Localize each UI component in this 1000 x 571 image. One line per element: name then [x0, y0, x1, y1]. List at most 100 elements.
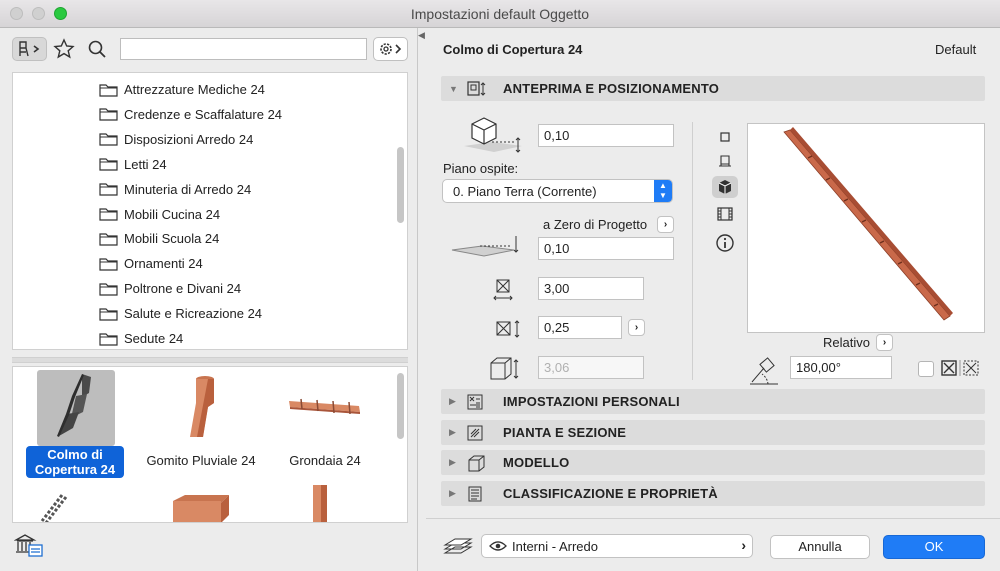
- object-thumbnails: Colmo di Copertura 24 Gomito Pluviale 24…: [12, 366, 408, 523]
- thumbnail-partial-3[interactable]: [305, 485, 335, 522]
- folder-icon: [99, 208, 118, 221]
- folder-row[interactable]: Disposizioni Arredo 24: [13, 127, 393, 152]
- library-manager-button[interactable]: [13, 532, 44, 558]
- ok-button[interactable]: OK: [883, 535, 985, 559]
- library-settings-button[interactable]: [373, 37, 408, 61]
- view-elevation-icon[interactable]: [712, 151, 738, 173]
- folder-icon: [99, 233, 118, 246]
- folder-tree: Attrezzature Mediche 24 Credenze e Scaffa…: [12, 72, 408, 350]
- library-view-button[interactable]: [12, 37, 47, 61]
- folder-label: Mobili Cucina 24: [124, 206, 221, 222]
- default-label: Default: [935, 42, 977, 57]
- folder-label: Letti 24: [124, 156, 167, 172]
- folder-label: Salute e Ricreazione 24: [124, 306, 263, 322]
- disclosure-closed-icon: ▶: [449, 457, 456, 467]
- relative-label: Relativo: [823, 335, 870, 350]
- panel-splitter[interactable]: [12, 357, 408, 363]
- layer-value: Interni - Arredo: [512, 539, 598, 554]
- collapse-panel-handle[interactable]: ◀: [418, 30, 426, 44]
- folder-row[interactable]: Ornamenti 24: [13, 251, 393, 276]
- depth-icon: [495, 318, 523, 340]
- section-preview-header[interactable]: ▼ ANTEPRIMA E POSIZIONAMENTO: [441, 76, 985, 101]
- folder-row[interactable]: Sedute 24: [13, 326, 393, 349]
- custom-settings-icon: [467, 394, 483, 409]
- thumbnail-label-colmo: Colmo di Copertura 24: [26, 446, 124, 478]
- folder-label: Disposizioni Arredo 24: [124, 131, 254, 147]
- relative-options-button[interactable]: ›: [876, 334, 893, 351]
- section-classification-header[interactable]: ▶ CLASSIFICAZIONE E PROPRIETÀ: [441, 481, 985, 506]
- mirror-checkbox[interactable]: [918, 361, 934, 377]
- section-model-title: MODELLO: [503, 455, 570, 470]
- disclosure-open-icon: ▼: [449, 83, 458, 94]
- thumbnail-label-gomito: Gomito Pluviale 24: [146, 453, 256, 468]
- thumbnail-partial-2[interactable]: [169, 493, 235, 522]
- view-plan-icon[interactable]: [712, 126, 738, 148]
- library-building-icon: [13, 534, 43, 557]
- view-3d-icon[interactable]: [712, 176, 738, 198]
- folder-row[interactable]: Credenze e Scaffalature 24: [13, 102, 393, 127]
- layer-select[interactable]: Interni - Arredo ›: [481, 534, 753, 558]
- width-field[interactable]: 3,00: [538, 277, 644, 300]
- favorites-star-icon[interactable]: [53, 38, 75, 60]
- mirror-toggle-icons[interactable]: [940, 358, 980, 378]
- object-thumbnail-icon: [40, 494, 68, 522]
- folder-icon: [99, 158, 118, 171]
- size-options-button[interactable]: ›: [628, 319, 645, 336]
- folder-row[interactable]: Mobili Cucina 24: [13, 202, 393, 227]
- eye-icon: [489, 541, 507, 551]
- folder-icon: [99, 83, 118, 97]
- floor-plan-icon: [467, 425, 483, 440]
- gear-icon: [379, 43, 401, 55]
- folder-row[interactable]: Letti 24: [13, 152, 393, 177]
- folder-label: Poltrone e Divani 24: [124, 281, 242, 297]
- zero-reference-button[interactable]: ›: [657, 216, 674, 233]
- disclosure-closed-icon: ▶: [449, 488, 456, 498]
- folder-label: Minuteria di Arredo 24: [124, 181, 252, 197]
- search-input[interactable]: [120, 38, 367, 60]
- folder-row[interactable]: Salute e Ricreazione 24: [13, 301, 393, 326]
- section-model-header[interactable]: ▶ MODELLO: [441, 450, 985, 475]
- thumbnail-gomito[interactable]: [179, 373, 225, 449]
- height-field[interactable]: 3,06: [538, 356, 644, 379]
- depth-field[interactable]: 0,25: [538, 316, 622, 339]
- info-icon[interactable]: [712, 232, 738, 254]
- object-library-icon: [18, 41, 39, 57]
- thumbnail-grondaia[interactable]: [287, 393, 363, 423]
- thumbnail-colmo-selected[interactable]: [37, 370, 115, 446]
- section-plan-header[interactable]: ▶ PIANTA E SEZIONE: [441, 420, 985, 445]
- section-preview-title: ANTEPRIMA E POSIZIONAMENTO: [503, 81, 720, 96]
- roof-ridge-thumbnail-icon: [57, 374, 91, 437]
- select-stepper-icon: ▲ ▼: [654, 180, 672, 202]
- rotation-field[interactable]: 180,00°: [790, 356, 892, 379]
- folder-icon: [99, 332, 118, 346]
- search-icon[interactable]: [86, 38, 108, 60]
- folder-icon: [99, 307, 118, 321]
- folder-tree-scrollbar[interactable]: [397, 147, 404, 223]
- folder-row[interactable]: Attrezzature Mediche 24: [13, 77, 393, 102]
- rotation-angle-icon: [748, 356, 782, 386]
- 3d-preview[interactable]: [747, 123, 985, 333]
- zero-reference-label: a Zero di Progetto: [543, 217, 648, 232]
- object-thumbnail-icon: [173, 495, 229, 522]
- elevation-field[interactable]: 0,10: [538, 124, 674, 147]
- folder-row[interactable]: Poltrone e Divani 24: [13, 276, 393, 301]
- zero-elevation-field[interactable]: 0,10: [538, 237, 674, 260]
- section-plan-title: PIANTA E SEZIONE: [503, 425, 627, 440]
- folder-icon: [99, 183, 118, 196]
- host-story-select[interactable]: 0. Piano Terra (Corrente) ▲ ▼: [442, 179, 673, 203]
- host-story-value: 0. Piano Terra (Corrente): [453, 184, 597, 199]
- folder-row[interactable]: Mobili Scuola 24: [13, 226, 393, 251]
- folder-row[interactable]: Minuteria di Arredo 24: [13, 177, 393, 202]
- cancel-button[interactable]: Annulla: [770, 535, 870, 559]
- disclosure-closed-icon: ▶: [449, 427, 456, 437]
- model-cube-icon: [468, 455, 485, 471]
- thumbnail-label-grondaia: Grondaia 24: [289, 453, 361, 468]
- thumbnails-scrollbar[interactable]: [397, 373, 404, 439]
- view-section-icon[interactable]: [712, 203, 738, 225]
- column-separator: [692, 122, 693, 380]
- preview-position-icon: [467, 80, 486, 96]
- folder-label: Credenze e Scaffalature 24: [124, 106, 283, 122]
- folder-icon: [99, 133, 118, 146]
- section-custom-header[interactable]: ▶ IMPOSTAZIONI PERSONALI: [441, 389, 985, 414]
- thumbnail-partial-1[interactable]: [38, 493, 78, 522]
